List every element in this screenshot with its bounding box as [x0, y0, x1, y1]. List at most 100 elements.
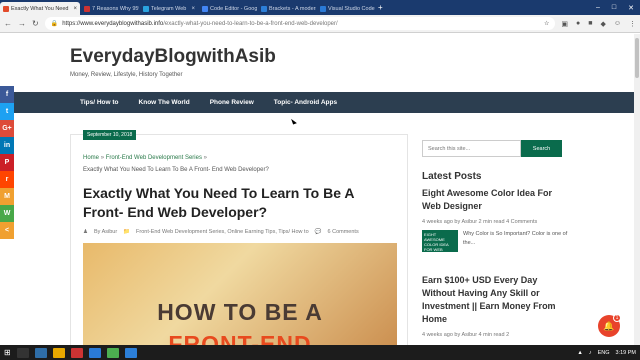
- social-share-icon[interactable]: G+: [0, 120, 14, 137]
- reload-icon[interactable]: ↻: [32, 19, 39, 28]
- social-share-icon[interactable]: r: [0, 171, 14, 188]
- tab-label: Exactly What You Need: [11, 5, 69, 12]
- breadcrumb-current: Exactly What You Need To Learn To Be A F…: [83, 167, 269, 173]
- app-taskbar-icon[interactable]: [70, 347, 83, 358]
- social-share-icon[interactable]: f: [0, 86, 14, 103]
- bookmark-star-icon[interactable]: ☆: [544, 20, 549, 27]
- brackets-taskbar-icon[interactable]: [124, 347, 137, 358]
- windows-start-icon[interactable]: ⊞: [4, 348, 11, 357]
- author-link[interactable]: By Asibur: [94, 229, 117, 235]
- favicon-icon: [3, 5, 9, 12]
- tab-label: 7 Reasons Why 95% N: [92, 5, 139, 12]
- post-meta: 4 weeks ago by Asibur 2 min read 4 Comme…: [422, 219, 538, 225]
- date-badge: September 10, 2018: [83, 130, 137, 140]
- close-tab-icon[interactable]: ×: [191, 6, 195, 12]
- comment-icon: 💬: [314, 229, 322, 235]
- site-tagline: Money, Review, Lifestyle, History Togeth…: [70, 72, 183, 78]
- author-icon: ♟: [83, 229, 88, 235]
- new-tab-icon[interactable]: +: [378, 3, 383, 12]
- social-share-icon[interactable]: <: [0, 222, 14, 239]
- article-title: Exactly What You Need To Learn To Be A F…: [83, 185, 354, 220]
- sidebar-search: Search: [422, 140, 562, 157]
- search-input[interactable]: [422, 140, 521, 157]
- browser-tab[interactable]: Brackets - A modern, o×: [258, 2, 316, 15]
- vscode-taskbar-icon[interactable]: [88, 347, 101, 358]
- menu-icon[interactable]: ⋮: [629, 20, 636, 28]
- back-icon[interactable]: ←: [4, 19, 12, 28]
- tab-label: Brackets - A modern, o: [269, 5, 316, 12]
- search-taskbar-icon[interactable]: [16, 347, 29, 358]
- nav-android-apps[interactable]: Topic- Android Apps: [274, 99, 337, 106]
- maximize-icon[interactable]: □: [612, 4, 616, 12]
- breadcrumb: Home » Front-End Web Development Series …: [83, 155, 207, 161]
- favicon-icon: [320, 5, 326, 12]
- social-share-icon[interactable]: in: [0, 137, 14, 154]
- nav-phone-review[interactable]: Phone Review: [210, 99, 254, 106]
- social-share-icon[interactable]: M: [0, 188, 14, 205]
- web-page: EverydayBlogwithAsib Money, Review, Life…: [0, 34, 640, 345]
- lock-icon: 🔒: [50, 21, 59, 27]
- wifi-icon[interactable]: ▲: [577, 350, 582, 356]
- breadcrumb-separator: »: [100, 155, 105, 161]
- browser-tab[interactable]: Exactly What You Need ×: [0, 2, 80, 15]
- article-meta: ♟ By Asibur 📁 Front-End Web Development …: [83, 229, 359, 235]
- extension-icon[interactable]: ■: [588, 20, 592, 28]
- social-share-icon[interactable]: t: [0, 103, 14, 120]
- scrollbar-thumb[interactable]: [635, 38, 639, 78]
- page-scrollbar[interactable]: [634, 34, 640, 345]
- breadcrumb-home[interactable]: Home: [83, 155, 99, 161]
- browser-tab[interactable]: Visual Studio Code - C×: [317, 2, 375, 15]
- profile-icon[interactable]: ☺: [614, 20, 621, 28]
- category-links[interactable]: Front-End Web Development Series, Online…: [136, 229, 309, 235]
- notification-count: 1: [613, 314, 621, 322]
- favicon-icon: [202, 5, 208, 12]
- comments-link[interactable]: 6 Comments: [328, 229, 359, 235]
- url-domain: https://www.everydayblogwithasib.info: [62, 20, 164, 27]
- post-meta: 4 weeks ago by Asibur 4 min read 2: [422, 332, 510, 338]
- post-title[interactable]: Eight Awesome Color Idea For Web Designe…: [422, 187, 572, 213]
- browser-tab-bar: Exactly What You Need × 7 Reasons Why 95% …: [0, 0, 640, 15]
- language-indicator[interactable]: ENG: [598, 350, 610, 356]
- nav-tips-how-to[interactable]: Tips/ How to: [80, 99, 119, 106]
- window-controls: – □ ✕: [596, 4, 640, 12]
- volume-icon[interactable]: ♪: [589, 350, 592, 356]
- hero-text-line1: HOW TO BE A: [157, 299, 323, 325]
- favicon-icon: [261, 5, 267, 12]
- site-title[interactable]: EverydayBlogwithAsib: [70, 46, 276, 68]
- post-title[interactable]: Earn $100+ USD Every Day Without Having …: [422, 274, 572, 326]
- post-preview: EIGHT AWESOME COLOR IDEA FOR WEB DESIGNE…: [422, 230, 572, 257]
- notification-bell-button[interactable]: 🔔 1: [598, 314, 621, 337]
- browser-tab[interactable]: 7 Reasons Why 95% N×: [81, 2, 139, 15]
- extension-icon[interactable]: ●: [576, 20, 580, 28]
- address-bar: ← → ↻ 🔒 https://www.everydayblogwithasib…: [0, 15, 640, 33]
- clock[interactable]: 3:19 PM: [616, 350, 636, 356]
- extension-icon[interactable]: ◆: [600, 20, 605, 28]
- post-excerpt: Why Color is So Important? Color is one …: [463, 231, 568, 246]
- forward-icon[interactable]: →: [18, 19, 26, 28]
- browser-tab[interactable]: Code Editor - Google S×: [199, 2, 257, 15]
- post-thumbnail[interactable]: EIGHT AWESOME COLOR IDEA FOR WEB DESIGNE…: [422, 230, 458, 257]
- url-field[interactable]: 🔒 https://www.everydayblogwithasib.info/…: [44, 17, 556, 30]
- close-tab-icon[interactable]: ×: [73, 6, 77, 12]
- system-tray: ▲ ♪ ENG 3:19 PM: [577, 350, 636, 356]
- search-button[interactable]: Search: [521, 140, 562, 157]
- chrome-taskbar-icon[interactable]: [106, 347, 119, 358]
- minimize-icon[interactable]: –: [596, 4, 600, 12]
- nav-know-the-world[interactable]: Know The World: [139, 99, 190, 106]
- close-icon[interactable]: ✕: [628, 4, 634, 12]
- extension-icon[interactable]: ▣: [561, 20, 568, 28]
- url-path: /exactly-what-you-need-to-learn-to-be-a-…: [163, 20, 338, 27]
- favicon-icon: [84, 5, 90, 12]
- social-share-icon[interactable]: P: [0, 154, 14, 171]
- breadcrumb-series[interactable]: Front-End Web Development Series: [106, 155, 202, 161]
- tab-label: Visual Studio Code - C: [328, 5, 375, 12]
- tab-label: Telegram Web: [151, 5, 187, 12]
- latest-post-2: Earn $100+ USD Every Day Without Having …: [422, 274, 572, 340]
- browser-tab[interactable]: Telegram Web ×: [140, 2, 198, 15]
- social-share-icon[interactable]: W: [0, 205, 14, 222]
- main-nav: Tips/ How to Know The World Phone Review…: [0, 92, 634, 113]
- task-view-icon[interactable]: [34, 347, 47, 358]
- social-share-bar: f t G+ in Pr M W <: [0, 86, 14, 239]
- extensions-area: ▣ ● ■ ◆ ☺ ⋮: [561, 20, 636, 28]
- file-explorer-icon[interactable]: [52, 347, 65, 358]
